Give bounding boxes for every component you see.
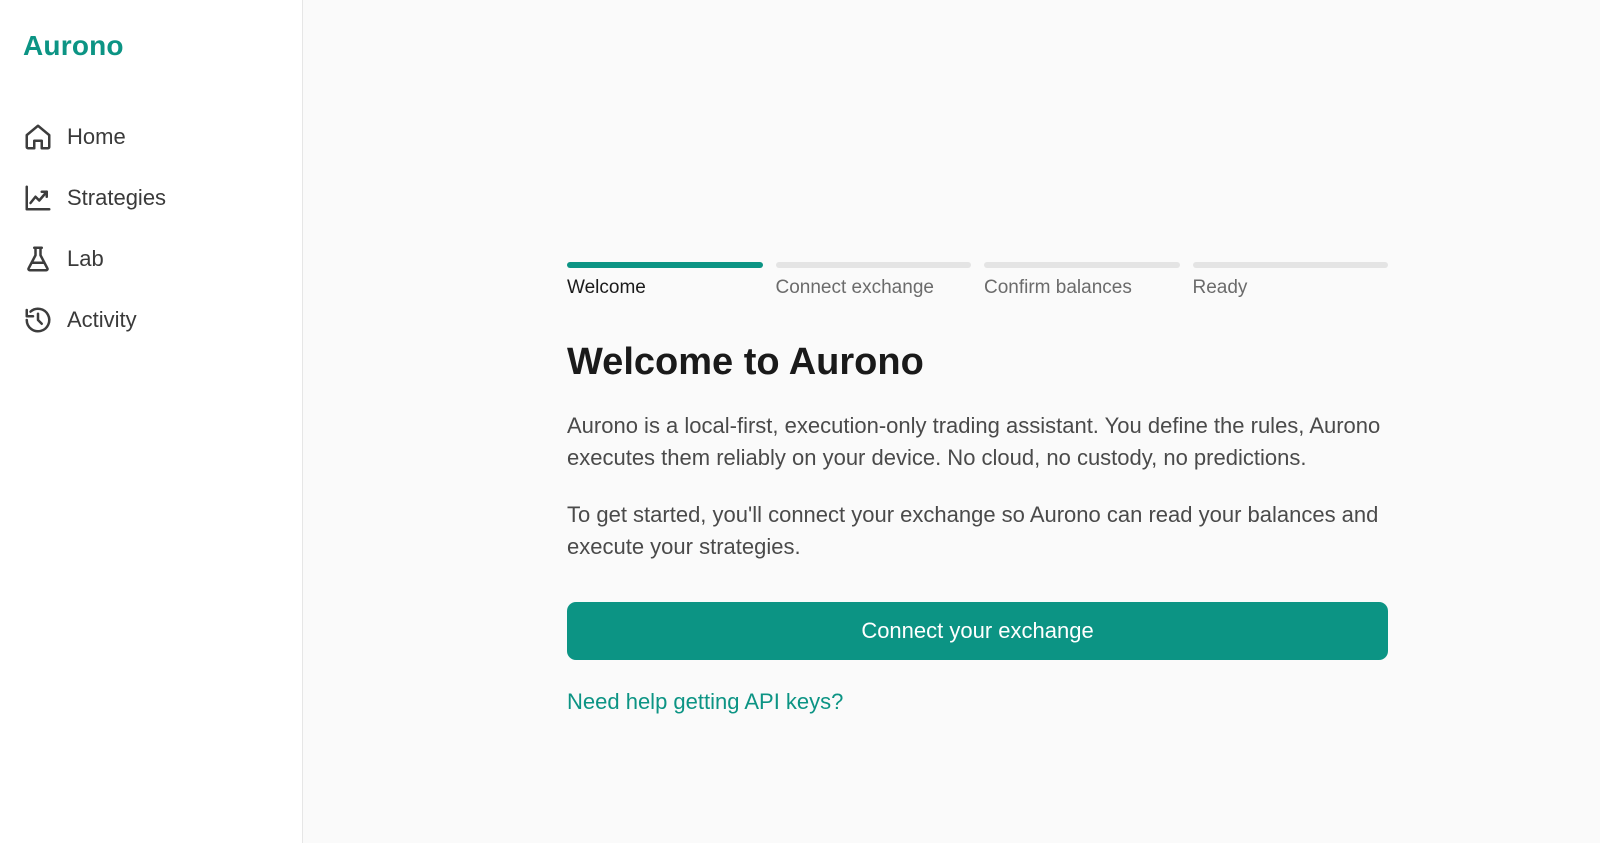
step-connect-exchange: Connect exchange bbox=[775, 262, 971, 299]
history-icon bbox=[23, 305, 53, 335]
sidebar-item-label: Strategies bbox=[67, 184, 167, 210]
sidebar-item-label: Activity bbox=[67, 306, 137, 332]
brand-logo[interactable]: Aurono bbox=[23, 30, 124, 62]
sidebar-item-label: Lab bbox=[67, 245, 104, 271]
onboarding-panel: Welcome Connect exchange Confirm balance… bbox=[567, 262, 1388, 715]
home-icon bbox=[23, 122, 53, 152]
step-progress-bar bbox=[567, 262, 763, 268]
flask-icon bbox=[23, 244, 53, 274]
intro-paragraph: Aurono is a local-first, execution-only … bbox=[567, 413, 1381, 470]
connect-exchange-button[interactable]: Connect your exchange bbox=[567, 602, 1388, 660]
sidebar-item-lab[interactable]: Lab bbox=[0, 228, 303, 289]
step-progress-bar bbox=[775, 262, 971, 268]
api-keys-help-link[interactable]: Need help getting API keys? bbox=[567, 689, 843, 715]
sidebar-item-activity[interactable]: Activity bbox=[0, 289, 303, 350]
chart-line-icon bbox=[23, 183, 53, 213]
step-label: Confirm balances bbox=[984, 277, 1132, 298]
step-label: Connect exchange bbox=[775, 277, 934, 298]
step-label: Ready bbox=[1192, 277, 1248, 298]
sidebar-nav: Home Strategies Lab Activity bbox=[0, 106, 303, 350]
step-welcome: Welcome bbox=[567, 262, 763, 299]
sidebar-item-label: Home bbox=[67, 123, 126, 149]
page-title: Welcome to Aurono bbox=[567, 341, 924, 383]
app-window: Aurono Home Strategies Lab Activity Welc… bbox=[0, 0, 1600, 843]
step-progress-bar bbox=[984, 262, 1180, 268]
step-progress-bar bbox=[1192, 262, 1388, 268]
onboarding-stepper: Welcome Connect exchange Confirm balance… bbox=[567, 262, 1388, 299]
main-content: Welcome Connect exchange Confirm balance… bbox=[303, 0, 1600, 843]
step-ready: Ready bbox=[1192, 262, 1388, 299]
step-label: Welcome bbox=[567, 277, 646, 298]
getting-started-paragraph: To get started, you'll connect your exch… bbox=[567, 502, 1379, 559]
sidebar-item-strategies[interactable]: Strategies bbox=[0, 167, 303, 228]
step-confirm-balances: Confirm balances bbox=[984, 262, 1180, 299]
sidebar: Aurono Home Strategies Lab Activity bbox=[0, 0, 303, 843]
sidebar-item-home[interactable]: Home bbox=[0, 106, 303, 167]
